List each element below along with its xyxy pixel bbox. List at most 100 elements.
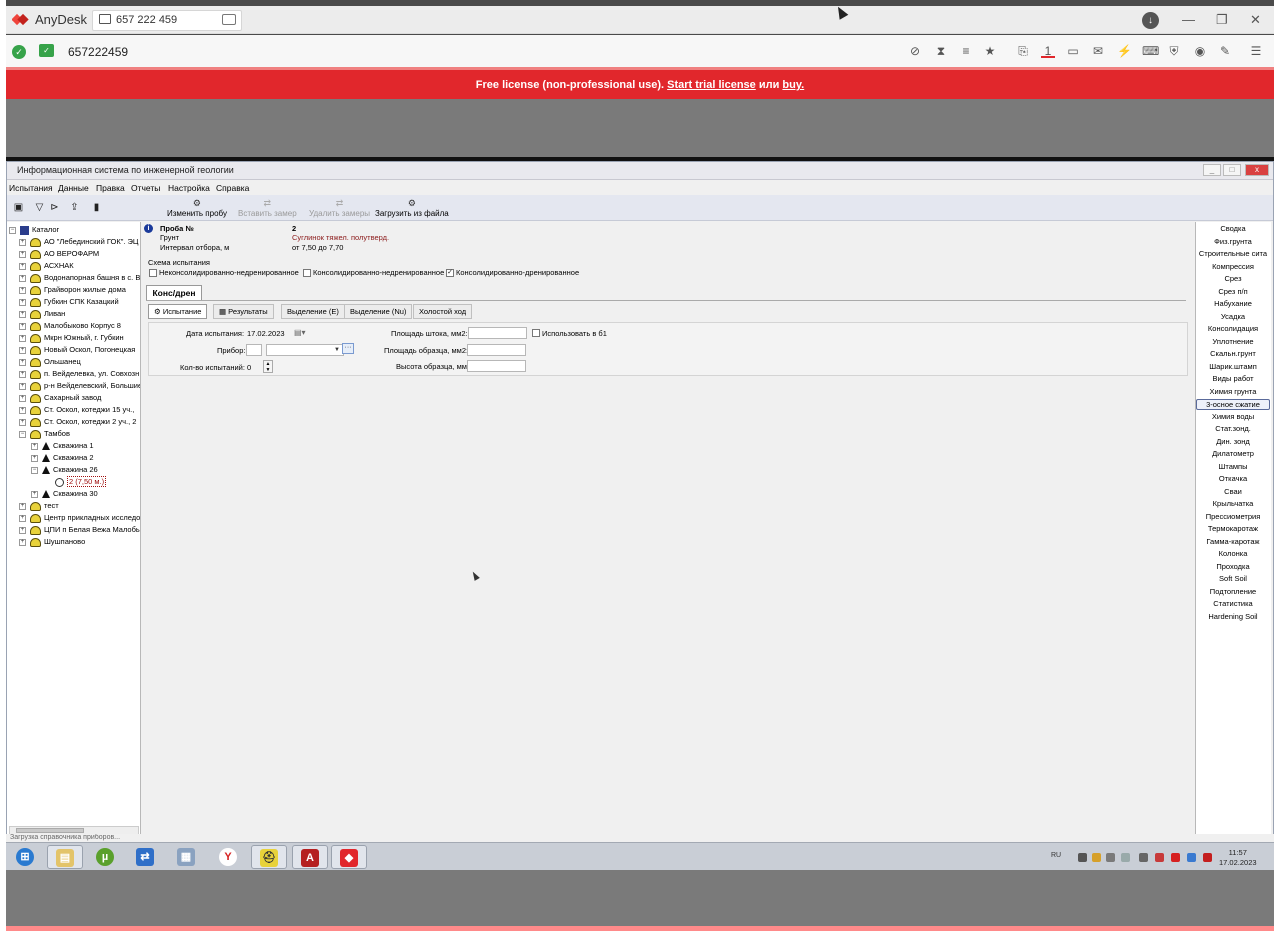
expand-icon[interactable]: +: [19, 238, 26, 246]
rp-column[interactable]: Колонка: [1196, 549, 1270, 558]
rp-physical[interactable]: Физ.грунта: [1196, 237, 1270, 246]
scheme-checkbox-uu[interactable]: [149, 269, 157, 277]
actions-icon[interactable]: ⚡: [1117, 44, 1132, 58]
device-code-field[interactable]: [246, 344, 262, 356]
hamburger-menu-icon[interactable]: ☰: [1249, 44, 1263, 58]
tree-item[interactable]: + Ст. Оскол, котеджи 15 уч.,: [19, 404, 134, 416]
tree-well[interactable]: + Скважина 30: [31, 488, 98, 500]
remote-address[interactable]: 657222459: [68, 45, 128, 59]
rp-summary[interactable]: Сводка: [1196, 224, 1270, 233]
subtab-selection-e[interactable]: Выделение (E): [281, 304, 345, 319]
expand-icon[interactable]: +: [31, 490, 38, 498]
tray-app-icon[interactable]: [1092, 853, 1101, 862]
tree-item[interactable]: + Сахарный завод: [19, 392, 101, 404]
taskbar-transfer[interactable]: ⇄: [128, 845, 164, 869]
scrollbar-thumb[interactable]: [16, 828, 84, 833]
filter-clear-icon[interactable]: ⊳: [49, 202, 60, 213]
app-close-button[interactable]: x: [1245, 164, 1269, 176]
subtab-selection-nu[interactable]: Выделение (Nu): [344, 304, 413, 319]
expand-icon[interactable]: +: [19, 310, 26, 318]
tray-device-icon[interactable]: [1139, 853, 1148, 862]
tray-update-icon[interactable]: [1187, 853, 1196, 862]
display-icon[interactable]: ▭: [1066, 44, 1080, 58]
expand-icon[interactable]: +: [19, 286, 26, 294]
taskbar-yandex[interactable]: Y: [211, 845, 247, 869]
taskbar-utorrent[interactable]: µ: [88, 845, 124, 869]
tree-item[interactable]: + п. Вейделевка, ул. Совхозн: [19, 368, 139, 380]
tray-anydesk-icon[interactable]: [1155, 853, 1164, 862]
expand-icon[interactable]: +: [19, 274, 26, 282]
folder-up-icon[interactable]: ⇪: [69, 202, 80, 213]
rp-shrinkage[interactable]: Усадка: [1196, 312, 1270, 321]
maximize-button[interactable]: ❐: [1216, 12, 1228, 28]
rp-triaxial[interactable]: 3-осное сжатие: [1196, 399, 1270, 410]
expand-icon[interactable]: +: [31, 442, 38, 450]
tree-item[interactable]: + Шушпаново: [19, 536, 85, 548]
rp-gamma-log[interactable]: Гамма-каротаж: [1196, 537, 1270, 546]
chevron-down-icon[interactable]: ▼: [333, 346, 341, 354]
rp-pumping[interactable]: Откачка: [1196, 474, 1270, 483]
tree-item[interactable]: + АСХНАК: [19, 260, 74, 272]
expand-icon[interactable]: +: [19, 250, 26, 258]
taskbar-geology-app[interactable]: ⛑: [251, 845, 287, 869]
edit-sample-button[interactable]: ⚙ Изменить пробу: [167, 198, 227, 218]
menu-tests[interactable]: Испытания: [9, 183, 53, 193]
system-clock[interactable]: 11:57 17.02.2023: [1219, 848, 1257, 868]
tree-well[interactable]: + Скважина 2: [31, 452, 94, 464]
collapse-icon[interactable]: −: [19, 430, 26, 438]
taskbar-anydesk[interactable]: ◆: [331, 845, 367, 869]
close-button[interactable]: ✕: [1250, 12, 1261, 28]
tree-well[interactable]: − Скважина 26: [31, 464, 98, 476]
collapse-icon[interactable]: −: [31, 466, 38, 474]
tree-item[interactable]: + Губкин СПК Казацкий: [19, 296, 119, 308]
expand-icon[interactable]: +: [19, 262, 26, 270]
tree-item[interactable]: + Водонапорная башня в с. Ве: [19, 272, 140, 284]
monitor-select-icon[interactable]: 1: [1041, 44, 1055, 58]
tray-acrobat-icon[interactable]: [1203, 853, 1212, 862]
rp-statistics[interactable]: Статистика: [1196, 599, 1270, 608]
whiteboard-pen-icon[interactable]: ✎: [1218, 44, 1232, 58]
tree-item[interactable]: + Новый Оскол, Погонецкая: [19, 344, 135, 356]
insert-measure-button[interactable]: ⇄ Вставить замер: [238, 198, 297, 218]
rp-ball-stamp[interactable]: Шарик.штамп: [1196, 362, 1270, 371]
expand-icon[interactable]: +: [19, 538, 26, 546]
file-transfer-icon[interactable]: ⎘: [1016, 44, 1030, 58]
subtab-results[interactable]: ▦ Результаты: [213, 304, 274, 319]
start-button[interactable]: ⊞: [8, 845, 44, 869]
rp-thermal-log[interactable]: Термокаротаж: [1196, 524, 1270, 533]
taskbar-calculator[interactable]: ▦: [169, 845, 205, 869]
permissions-icon[interactable]: ⛨: [1167, 44, 1181, 58]
rp-shear-pp[interactable]: Срез п/п: [1196, 287, 1270, 296]
favorite-icon[interactable]: ★: [983, 44, 997, 58]
subtab-idle-run[interactable]: Холостой ход: [413, 304, 473, 319]
rp-drilling[interactable]: Проходка: [1196, 562, 1270, 571]
load-from-file-button[interactable]: ⚙ Загрузить из файла: [375, 198, 449, 218]
expand-icon[interactable]: +: [19, 418, 26, 426]
expand-icon[interactable]: +: [19, 514, 26, 522]
expand-icon[interactable]: +: [19, 394, 26, 402]
tree-item[interactable]: + Грайворон жилые дома: [19, 284, 126, 296]
expand-icon[interactable]: +: [31, 454, 38, 462]
use-b1-checkbox[interactable]: [532, 329, 540, 337]
tree-item[interactable]: + Ст. Оскол, котеджи 2 уч., 2: [19, 416, 136, 428]
rp-soft-soil[interactable]: Soft Soil: [1196, 574, 1270, 583]
rp-work-types[interactable]: Виды работ: [1196, 374, 1270, 383]
database-icon[interactable]: ≡: [959, 44, 973, 58]
trial-license-link[interactable]: Start trial license: [667, 79, 756, 91]
tray-volume-icon[interactable]: [1121, 853, 1130, 862]
rp-vane[interactable]: Крыльчатка: [1196, 499, 1270, 508]
scheme-checkbox-cd[interactable]: ✓: [446, 269, 454, 277]
expand-icon[interactable]: +: [19, 322, 26, 330]
rp-sieves[interactable]: Строительные сита: [1196, 249, 1270, 258]
expand-icon[interactable]: +: [19, 358, 26, 366]
tray-yandex-icon[interactable]: [1171, 853, 1180, 862]
sample-area-field[interactable]: [467, 344, 526, 356]
hourglass-icon[interactable]: ⧗: [934, 44, 948, 58]
expand-icon[interactable]: +: [19, 382, 26, 390]
buy-link[interactable]: buy.: [782, 79, 804, 91]
tab-kons-dren[interactable]: Конс/дрен: [146, 285, 202, 300]
scheme-checkbox-cu[interactable]: [303, 269, 311, 277]
subtab-test[interactable]: ⚙ Испытание: [148, 304, 208, 319]
tree-sample-selected[interactable]: 2 (7,50 м.): [55, 476, 107, 488]
rp-stamps[interactable]: Штампы: [1196, 462, 1270, 471]
